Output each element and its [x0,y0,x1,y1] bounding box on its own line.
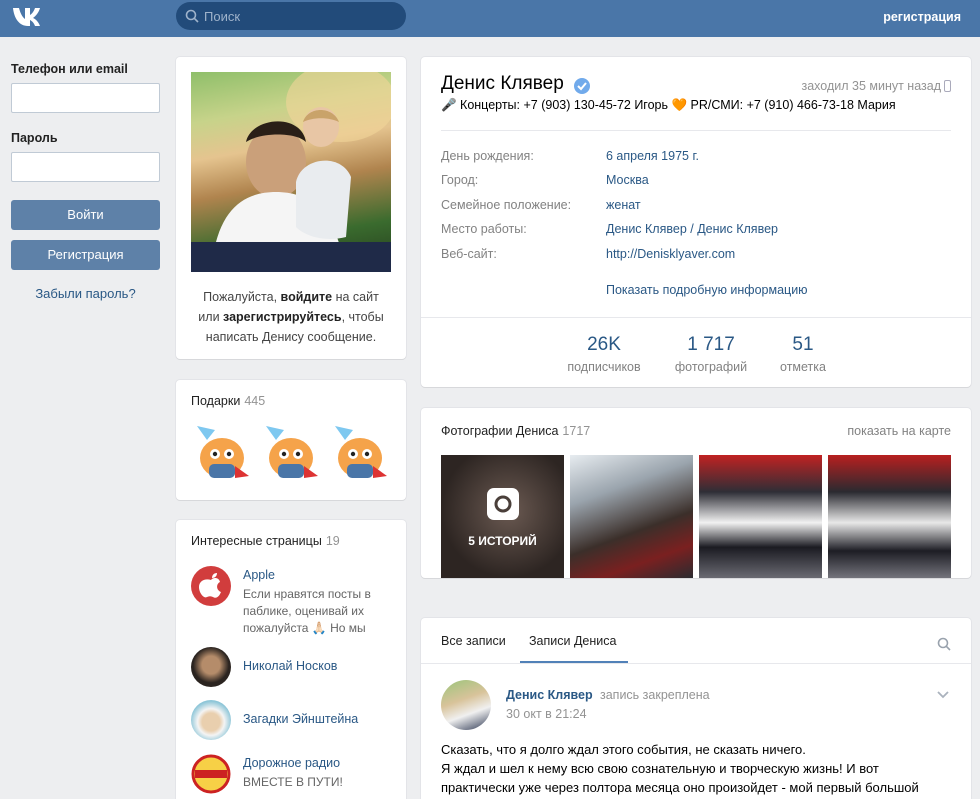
pages-count: 19 [325,534,340,548]
page-name[interactable]: Николай Носков [243,659,337,673]
einstein-avatar[interactable] [191,700,231,740]
gifts-card: Подарки 445 [176,380,406,500]
workplace-value[interactable]: Денис Клявер / Денис Клявер [606,222,778,236]
post-date[interactable]: 30 окт в 21:24 [506,707,587,721]
divider [421,663,971,664]
profile-photo[interactable] [191,72,391,272]
interesting-pages-card: Интересные страницы 19 Apple Если нравятс… [176,520,406,799]
stories-tile[interactable]: 5 ИСТОРИЙ [441,455,564,578]
divider [421,317,971,318]
noskov-avatar[interactable] [191,647,231,687]
wall-card: Все записи Записи Дениса Денис Клявер за… [421,618,971,799]
profile-status: 🎤 Концерты: +7 (903) 130-45-72 Игорь 🧡 P… [441,98,896,112]
page-name[interactable]: Дорожное радио [243,756,340,770]
post-text: Сказать, что я долго ждал этого события,… [441,742,919,795]
photo-thumbnail[interactable] [570,455,693,578]
tab-denis-posts[interactable]: Записи Дениса [529,634,616,648]
chevron-down-icon[interactable] [937,691,949,699]
city-value[interactable]: Москва [606,173,649,187]
info-label: Место работы: [441,222,527,236]
show-on-map-link[interactable]: показать на карте [847,424,951,438]
page-name[interactable]: Apple [243,568,275,582]
post-author-avatar[interactable] [441,680,491,730]
road-radio-avatar[interactable] [191,754,231,794]
info-label: Веб-сайт: [441,247,497,261]
wall-search-icon[interactable] [937,637,951,651]
search-box[interactable]: Поиск [176,2,406,30]
password-label: Пароль [11,131,58,145]
show-more-info-link[interactable]: Показать подробную информацию [606,283,808,297]
divider [441,130,951,131]
info-label: Город: [441,173,479,187]
register-link[interactable]: регистрация [883,10,961,24]
photos-counter[interactable]: 1 717 фотографий [666,334,756,374]
camera-icon [487,488,519,520]
website-value[interactable]: http://Denisklyaver.com [606,247,735,261]
phone-email-input[interactable] [11,83,160,113]
verified-icon[interactable] [573,77,591,95]
vk-logo-icon[interactable] [11,4,45,28]
photos-count: 1717 [562,424,591,438]
profile-info-card: Денис Клявер заходил 35 минут назад 🎤 Ко… [421,57,971,387]
profile-name: Денис Клявер [441,73,564,94]
gift-cat-icon[interactable] [329,420,391,486]
login-word-link[interactable]: войдите [281,290,333,304]
info-label: День рождения: [441,149,534,163]
phone-label: Телефон или email [11,62,128,76]
register-word-link[interactable]: зарегистрируйтесь [223,310,342,324]
photos-header[interactable]: Фотографии Дениса 1717 [441,424,590,438]
photo-thumbnail[interactable] [828,455,951,578]
tab-all-posts[interactable]: Все записи [441,634,506,648]
mobile-icon [944,80,951,92]
tags-counter[interactable]: 51 отметка [768,334,838,374]
post-author[interactable]: Денис Клявер [506,688,593,702]
info-label: Семейное положение: [441,198,572,212]
gifts-header[interactable]: Подарки 445 [191,394,265,408]
page-name[interactable]: Загадки Эйнштейна [243,712,358,726]
login-form: Телефон или email Пароль Войти Регистрац… [11,62,160,301]
forgot-password-link[interactable]: Забыли пароль? [11,286,160,301]
top-header: Поиск регистрация [0,0,980,37]
followers-counter[interactable]: 26K подписчиков [559,334,649,374]
page-desc: Если нравятся посты в паблике, оценивай … [243,587,371,635]
gift-cat-icon[interactable] [191,420,253,486]
stories-label: 5 ИСТОРИЙ [468,534,537,548]
photo-thumbnail[interactable] [699,455,822,578]
login-prompt: Пожалуйста, войдите на сайт или зарегист… [198,290,384,344]
search-placeholder: Поиск [204,9,241,24]
gift-cat-icon[interactable] [260,420,322,486]
photos-card: Фотографии Дениса 1717 показать на карте … [421,408,971,578]
login-button[interactable]: Войти [11,200,160,230]
avatar-card: Пожалуйста, войдите на сайт или зарегист… [176,57,406,359]
birthday-value[interactable]: 6 апреля 1975 г. [606,149,699,163]
register-button[interactable]: Регистрация [11,240,160,270]
relationship-value[interactable]: женат [606,198,641,212]
last-seen: заходил 35 минут назад [801,79,941,93]
gifts-count: 445 [244,394,266,408]
page-desc: ВМЕСТЕ В ПУТИ! [243,775,343,789]
password-input[interactable] [11,152,160,182]
pinned-label: запись закреплена [600,688,710,702]
pages-header[interactable]: Интересные страницы 19 [191,534,340,548]
search-icon [185,9,199,23]
apple-avatar[interactable] [191,566,231,606]
